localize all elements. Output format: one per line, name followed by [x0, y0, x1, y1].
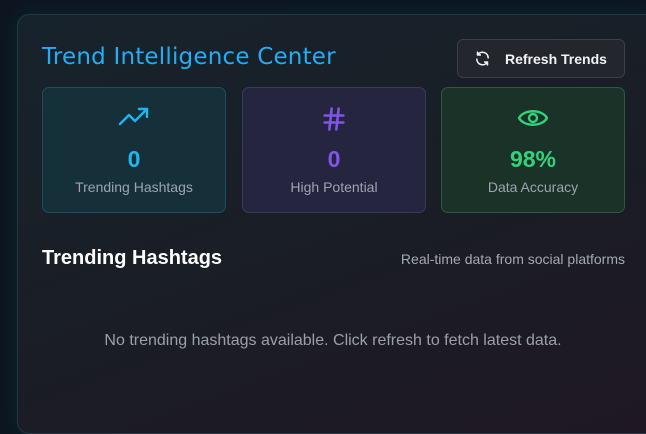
data-accuracy-value: 98%	[509, 146, 557, 172]
trending-hashtags-count: 0	[127, 146, 141, 172]
refresh-trends-button[interactable]: Refresh Trends	[457, 39, 625, 78]
trending-up-icon	[43, 105, 225, 129]
refresh-button-label: Refresh Trends	[505, 50, 607, 67]
high-potential-label: High Potential	[290, 179, 378, 195]
hash-icon	[243, 105, 425, 133]
trending-hashtags-label: Trending Hashtags	[75, 179, 193, 195]
eye-icon	[442, 105, 624, 131]
page-title: Trend Intelligence Center	[42, 44, 336, 70]
high-potential-count: 0	[327, 146, 341, 172]
stat-card-trending-hashtags: 0 Trending Hashtags	[42, 87, 226, 213]
section-subtitle: Real-time data from social platforms	[400, 251, 625, 267]
data-accuracy-label: Data Accuracy	[487, 179, 579, 195]
section-title: Trending Hashtags	[42, 247, 223, 269]
stat-card-high-potential: 0 High Potential	[242, 87, 426, 213]
refresh-icon	[474, 50, 491, 67]
empty-state-message: No trending hashtags available. Click re…	[104, 332, 562, 349]
stat-card-data-accuracy: 98% Data Accuracy	[441, 87, 625, 213]
